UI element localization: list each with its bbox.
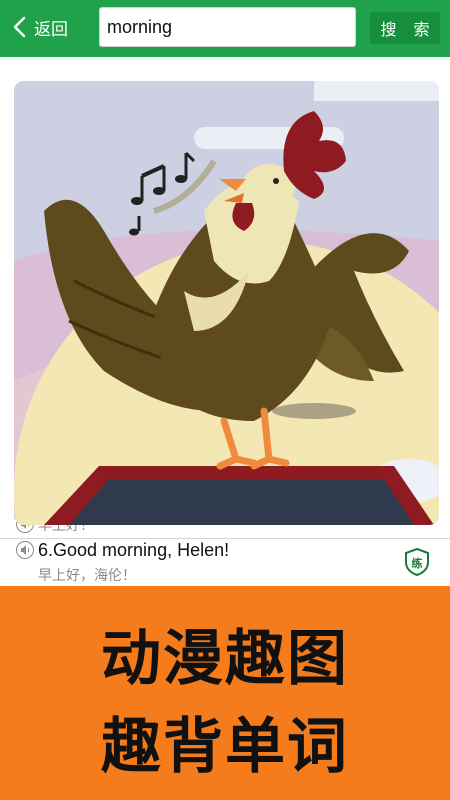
banner-slogan-line2: 趣背单词 xyxy=(101,712,349,782)
practice-button[interactable]: 练 xyxy=(404,548,430,576)
content-top-strip xyxy=(0,57,450,79)
back-button[interactable]: 返回 xyxy=(12,12,68,42)
practice-label: 练 xyxy=(411,557,423,570)
rooster-illustration xyxy=(14,81,439,525)
promo-banner: 动漫趣图 趣背单词 xyxy=(0,586,450,800)
list-item[interactable]: 6.Good morning, Helen! 早上好，海伦！ 练 xyxy=(0,540,450,587)
banner-slogan-line1: 动漫趣图 xyxy=(101,624,349,694)
back-label: 返回 xyxy=(34,19,68,40)
search-button[interactable]: 搜 索 xyxy=(370,12,440,44)
entry-chinese: 早上好，海伦！ xyxy=(38,568,136,584)
top-bar: 返回 搜 索 xyxy=(0,0,450,57)
entry-english: 6.Good morning, Helen! xyxy=(38,540,230,560)
search-input[interactable] xyxy=(99,7,356,47)
rooster-picture xyxy=(14,81,439,525)
speaker-icon[interactable] xyxy=(16,541,34,559)
chevron-left-icon xyxy=(13,16,26,38)
